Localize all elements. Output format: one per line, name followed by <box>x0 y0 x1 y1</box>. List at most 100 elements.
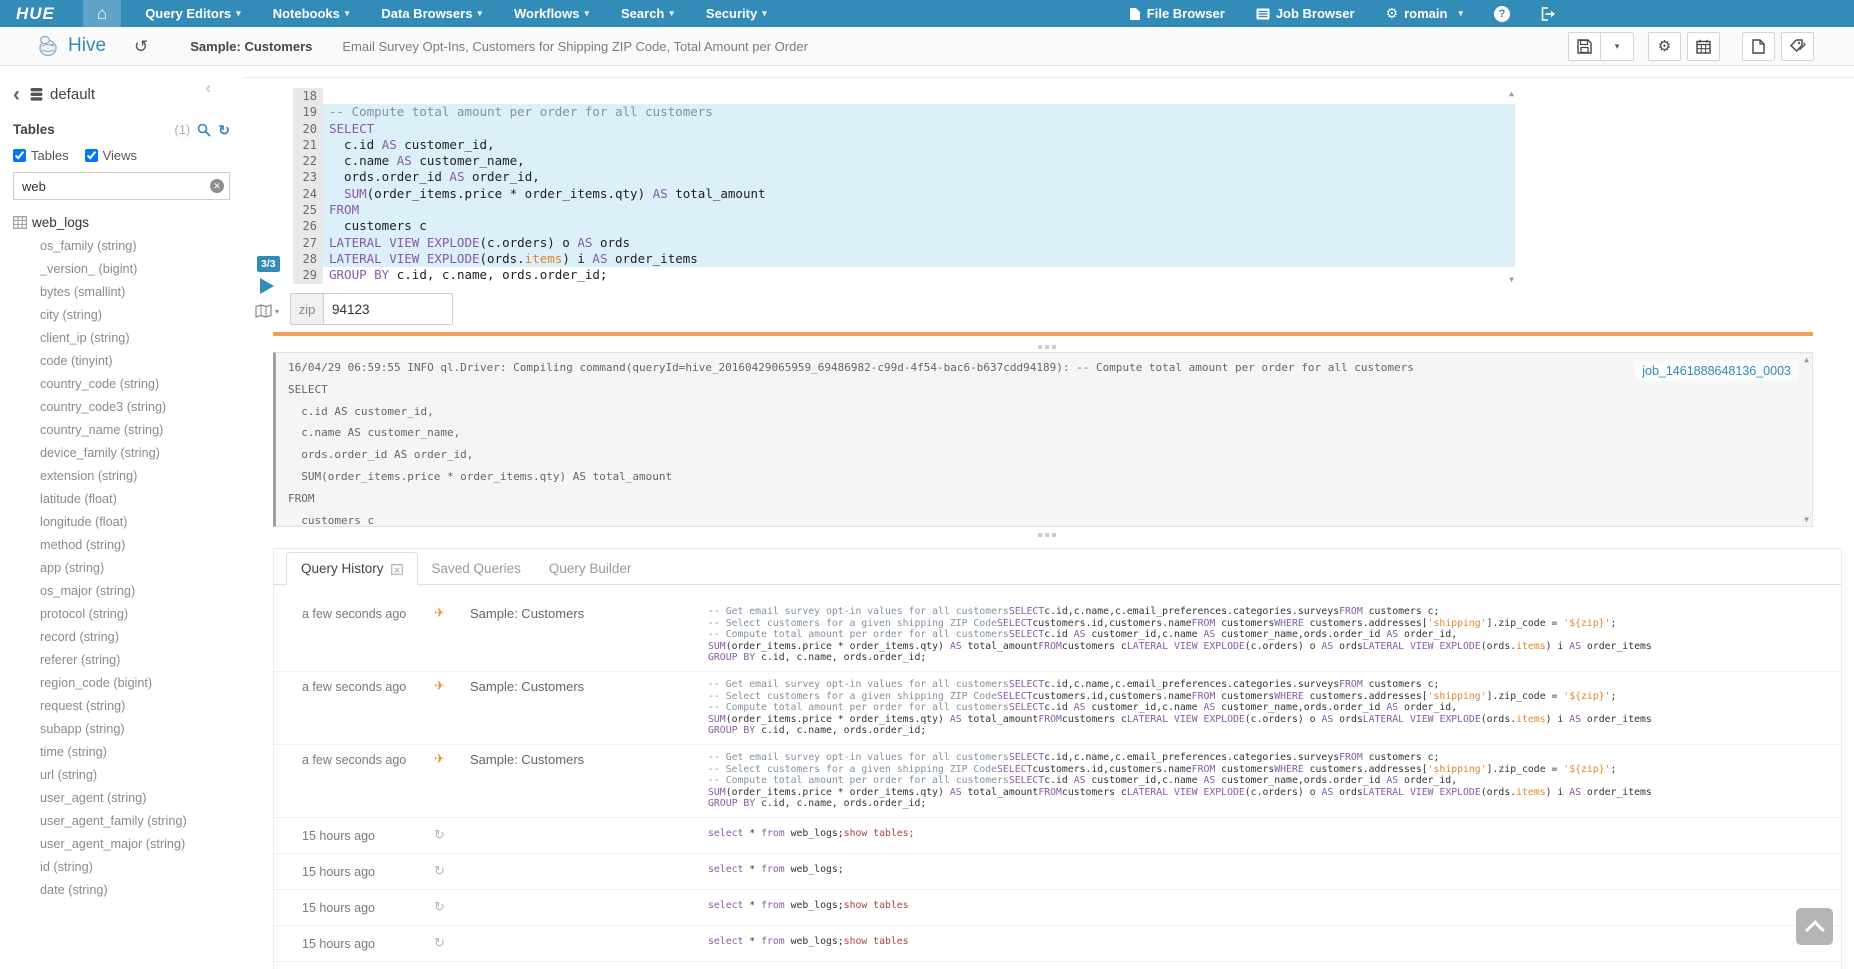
app-name[interactable]: Hive <box>68 35 106 57</box>
token: select <box>708 936 749 947</box>
column-item[interactable]: referer (string) <box>13 649 243 672</box>
query-history-icon[interactable]: ↺ <box>134 38 148 55</box>
nav-menu-notebooks[interactable]: Notebooks▾ <box>257 0 366 27</box>
sidebar-collapse-icon[interactable]: ‹ <box>205 78 211 98</box>
nav-job-browser[interactable]: Job Browser <box>1254 6 1357 21</box>
column-item[interactable]: user_agent_family (string) <box>13 810 243 833</box>
execute-button[interactable] <box>260 278 274 294</box>
column-item[interactable]: date (string) <box>13 879 243 902</box>
history-row[interactable]: 15 hours ago↻select * from web_logs;show… <box>274 926 1841 962</box>
nav-menu-query-editors[interactable]: Query Editors▾ <box>129 0 257 27</box>
column-item[interactable]: app (string) <box>13 557 243 580</box>
back-icon[interactable]: ‹ <box>13 87 20 103</box>
nav-logout-button[interactable] <box>1539 7 1558 21</box>
column-item[interactable]: os_major (string) <box>13 580 243 603</box>
log-line: c.name AS customer_name, <box>288 422 1800 444</box>
nav-menu-data-browsers[interactable]: Data Browsers▾ <box>365 0 498 27</box>
column-item[interactable]: _version_ (bigint) <box>13 258 243 281</box>
save-button[interactable] <box>1568 32 1601 61</box>
nav-menu-workflows[interactable]: Workflows▾ <box>498 0 605 27</box>
token: AS <box>1386 702 1398 713</box>
column-item[interactable]: country_name (string) <box>13 419 243 442</box>
column-item[interactable]: longitude (float) <box>13 511 243 534</box>
token: total_amount <box>668 186 766 201</box>
column-item[interactable]: id (string) <box>13 856 243 879</box>
token: ) i <box>562 251 592 266</box>
token: GROUP BY <box>708 725 755 736</box>
nav-help-button[interactable]: ? <box>1492 6 1512 22</box>
tables-checkbox-label: Tables <box>31 148 69 163</box>
column-item[interactable]: extension (string) <box>13 465 243 488</box>
tables-count: (1) <box>174 122 190 137</box>
tab-query-builder[interactable]: Query Builder <box>535 553 646 584</box>
table-item[interactable]: web_logs <box>13 215 243 230</box>
column-item[interactable]: url (string) <box>13 764 243 787</box>
column-item[interactable]: record (string) <box>13 626 243 649</box>
settings-button[interactable]: ⚙ <box>1648 32 1681 61</box>
variable-input[interactable] <box>323 293 453 325</box>
column-item[interactable]: request (string) <box>13 695 243 718</box>
history-row[interactable]: 15 hours ago↻select * from web_logs;show… <box>274 890 1841 926</box>
token: -- Get email survey opt-in values for al… <box>708 752 1009 763</box>
token: c.id <box>329 137 382 152</box>
scrollbar-down-icon[interactable]: ▼ <box>1804 515 1809 524</box>
history-row[interactable]: a few seconds ago✈Sample: Customers-- Ge… <box>274 672 1841 745</box>
history-row[interactable]: 15 hours ago↻select * from web_logs;show… <box>274 962 1841 969</box>
job-link[interactable]: job_1461888648136_0003 <box>1635 361 1798 381</box>
scrollbar-down-icon[interactable]: ▼ <box>1509 275 1514 284</box>
token: LATERAL VIEW EXPLODE <box>1127 641 1245 652</box>
column-item[interactable]: user_agent (string) <box>13 787 243 810</box>
search-icon[interactable] <box>197 123 211 137</box>
tab-query-history[interactable]: Query History <box>286 552 418 585</box>
tab-saved-queries[interactable]: Saved Queries <box>418 553 535 584</box>
resize-handle[interactable] <box>1038 533 1042 537</box>
history-row[interactable]: a few seconds ago✈Sample: Customers-- Ge… <box>274 599 1841 672</box>
column-item[interactable]: city (string) <box>13 304 243 327</box>
table-search-input[interactable] <box>13 172 230 200</box>
minimap-button[interactable]: ▾ <box>255 304 279 318</box>
nav-menu-security[interactable]: Security▾ <box>690 0 783 27</box>
database-name[interactable]: default <box>50 86 95 103</box>
column-item[interactable]: time (string) <box>13 741 243 764</box>
column-item[interactable]: user_agent_major (string) <box>13 833 243 856</box>
token: ].zip_code = <box>1487 691 1564 702</box>
new-query-button[interactable] <box>1742 32 1775 61</box>
nav-user-menu[interactable]: ⚙ romain ▾ <box>1384 5 1465 22</box>
scroll-to-top-button[interactable] <box>1796 908 1833 945</box>
column-item[interactable]: code (tinyint) <box>13 350 243 373</box>
column-item[interactable]: region_code (bigint) <box>13 672 243 695</box>
line-number: 21 <box>293 137 323 153</box>
sql-editor[interactable]: 1819-- Compute total amount per order fo… <box>293 88 1515 288</box>
column-item[interactable]: country_code (string) <box>13 373 243 396</box>
scrollbar-up-icon[interactable]: ▲ <box>1509 89 1514 98</box>
column-item[interactable]: protocol (string) <box>13 603 243 626</box>
column-item[interactable]: method (string) <box>13 534 243 557</box>
column-item[interactable]: latitude (float) <box>13 488 243 511</box>
column-item[interactable]: subapp (string) <box>13 718 243 741</box>
history-row[interactable]: a few seconds ago✈Sample: Customers-- Ge… <box>274 745 1841 818</box>
nav-home-button[interactable]: ⌂ <box>83 0 121 27</box>
column-item[interactable]: bytes (smallint) <box>13 281 243 304</box>
nav-file-browser[interactable]: File Browser <box>1127 6 1227 21</box>
nav-menu-search[interactable]: Search▾ <box>605 0 690 27</box>
tables-checkbox[interactable] <box>13 149 26 162</box>
column-item[interactable]: country_code3 (string) <box>13 396 243 419</box>
code-text: SELECT <box>323 121 1515 137</box>
refresh-icon[interactable]: ↻ <box>218 124 230 136</box>
token: '${zip}' <box>1563 618 1610 629</box>
history-row[interactable]: 15 hours ago↻select * from web_logs; <box>274 854 1841 890</box>
save-dropdown-button[interactable]: ▾ <box>1601 32 1634 61</box>
token: AS <box>1203 629 1215 640</box>
tags-button[interactable] <box>1781 32 1814 61</box>
scrollbar-up-icon[interactable]: ▲ <box>1804 355 1809 364</box>
column-item[interactable]: os_family (string) <box>13 235 243 258</box>
views-checkbox[interactable] <box>85 149 98 162</box>
schedule-button[interactable] <box>1687 32 1720 61</box>
hue-logo[interactable]: HUE <box>0 0 69 27</box>
tables-header: Tables (1) ↻ <box>13 122 230 137</box>
history-row[interactable]: 15 hours ago↻select * from web_logs;show… <box>274 818 1841 854</box>
column-item[interactable]: client_ip (string) <box>13 327 243 350</box>
column-item[interactable]: device_family (string) <box>13 442 243 465</box>
clear-icon[interactable]: ✕ <box>210 179 224 193</box>
resize-handle[interactable] <box>1038 345 1042 349</box>
